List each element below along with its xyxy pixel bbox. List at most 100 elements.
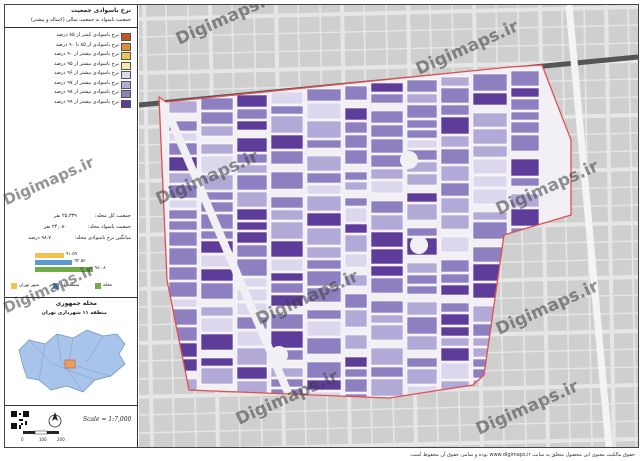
census-block[interactable]: [344, 107, 368, 121]
census-block[interactable]: [440, 135, 470, 148]
census-block[interactable]: [200, 143, 234, 155]
census-block[interactable]: [236, 221, 268, 231]
census-block[interactable]: [306, 309, 342, 320]
census-block[interactable]: [510, 70, 540, 87]
census-block[interactable]: [510, 242, 540, 259]
census-block[interactable]: [406, 129, 438, 139]
census-block[interactable]: [472, 175, 508, 188]
census-block[interactable]: [440, 302, 470, 313]
census-block[interactable]: [440, 148, 470, 165]
census-block[interactable]: [270, 134, 304, 150]
census-block[interactable]: [236, 347, 268, 366]
census-block[interactable]: [306, 212, 342, 227]
census-block[interactable]: [236, 208, 268, 221]
census-block[interactable]: [168, 342, 198, 358]
census-block[interactable]: [270, 240, 304, 258]
census-block[interactable]: [370, 168, 404, 180]
census-block[interactable]: [370, 248, 404, 265]
census-block[interactable]: [236, 94, 268, 108]
census-block[interactable]: [440, 104, 470, 116]
census-block[interactable]: [306, 227, 342, 246]
census-block[interactable]: [344, 293, 368, 309]
census-block[interactable]: [406, 274, 438, 285]
census-block[interactable]: [406, 316, 438, 335]
census-block[interactable]: [168, 231, 198, 247]
census-block[interactable]: [168, 326, 198, 342]
census-block[interactable]: [370, 366, 404, 378]
census-block[interactable]: [406, 368, 438, 385]
census-block[interactable]: [370, 124, 404, 138]
census-block[interactable]: [200, 306, 234, 317]
census-block[interactable]: [370, 324, 404, 341]
census-block[interactable]: [270, 272, 304, 282]
census-block[interactable]: [344, 149, 368, 165]
census-block[interactable]: [344, 368, 368, 378]
census-block[interactable]: [510, 288, 540, 304]
census-block[interactable]: [472, 158, 508, 175]
census-block[interactable]: [168, 266, 198, 281]
census-block[interactable]: [236, 231, 268, 244]
census-block[interactable]: [406, 104, 438, 119]
census-block[interactable]: [370, 300, 404, 314]
census-block[interactable]: [440, 362, 470, 380]
census-block[interactable]: [510, 134, 540, 152]
census-block[interactable]: [306, 184, 342, 195]
census-block[interactable]: [344, 378, 368, 393]
census-block[interactable]: [370, 180, 404, 194]
census-block[interactable]: [306, 259, 342, 270]
census-block[interactable]: [344, 85, 368, 101]
census-block[interactable]: [472, 112, 508, 128]
census-block[interactable]: [406, 335, 438, 351]
census-block[interactable]: [344, 207, 368, 223]
census-block[interactable]: [406, 192, 438, 203]
census-block[interactable]: [406, 285, 438, 295]
census-block[interactable]: [370, 110, 404, 124]
census-block[interactable]: [406, 357, 438, 368]
census-block[interactable]: [510, 87, 540, 98]
census-block[interactable]: [406, 119, 438, 129]
census-block[interactable]: [270, 209, 304, 221]
census-block[interactable]: [168, 281, 198, 298]
census-block[interactable]: [370, 277, 404, 294]
census-block[interactable]: [270, 91, 304, 105]
census-block[interactable]: [344, 253, 368, 268]
census-block[interactable]: [370, 314, 404, 324]
census-block[interactable]: [440, 313, 470, 326]
census-block[interactable]: [236, 258, 268, 277]
census-block[interactable]: [306, 320, 342, 337]
census-block[interactable]: [440, 347, 470, 362]
census-block[interactable]: [344, 197, 368, 207]
census-block[interactable]: [270, 330, 304, 349]
census-block[interactable]: [168, 220, 198, 231]
census-block[interactable]: [236, 174, 268, 191]
census-block[interactable]: [270, 221, 304, 240]
census-block[interactable]: [440, 214, 470, 230]
census-block[interactable]: [440, 182, 470, 197]
census-block[interactable]: [270, 196, 304, 209]
census-block[interactable]: [168, 298, 198, 308]
census-block[interactable]: [510, 111, 540, 121]
census-block[interactable]: [200, 97, 234, 111]
census-block[interactable]: [370, 138, 404, 154]
census-block[interactable]: [200, 367, 234, 385]
census-block[interactable]: [440, 116, 470, 135]
census-block[interactable]: [370, 378, 404, 397]
census-block[interactable]: [270, 258, 304, 272]
census-block[interactable]: [440, 326, 470, 337]
census-block[interactable]: [370, 154, 404, 168]
census-block[interactable]: [344, 309, 368, 328]
census-block[interactable]: [406, 79, 438, 93]
census-block[interactable]: [200, 125, 234, 137]
census-block[interactable]: [236, 108, 268, 120]
census-block[interactable]: [344, 171, 368, 181]
census-block[interactable]: [306, 155, 342, 172]
census-block[interactable]: [270, 150, 304, 165]
census-block[interactable]: [406, 262, 438, 274]
census-block[interactable]: [270, 171, 304, 190]
census-block[interactable]: [406, 301, 438, 316]
census-block[interactable]: [440, 87, 470, 104]
census-block[interactable]: [440, 284, 470, 296]
census-block[interactable]: [344, 334, 368, 350]
census-block[interactable]: [270, 115, 304, 134]
census-block[interactable]: [344, 181, 368, 191]
